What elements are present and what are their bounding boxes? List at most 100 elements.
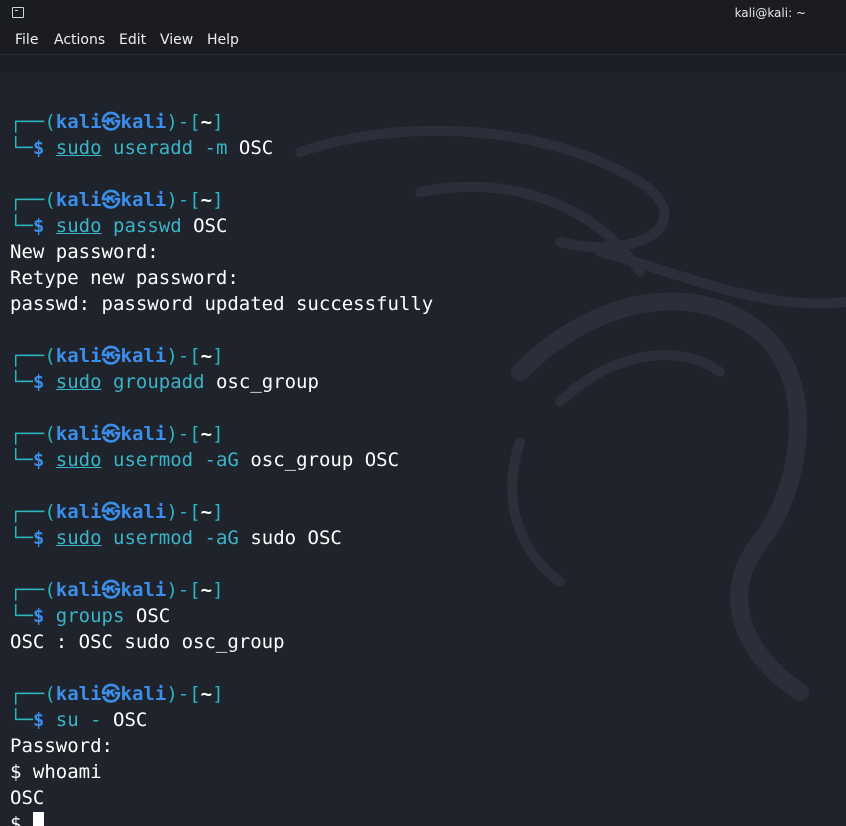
menu-edit[interactable]: Edit xyxy=(119,32,146,48)
prompt-header: ┌──(kali㉿kali)-[~] xyxy=(10,577,840,603)
prompt-corner-top: ┌──( xyxy=(10,111,56,133)
command-args: OSC xyxy=(135,605,171,627)
command-name: groups xyxy=(55,605,125,627)
command-sudo: sudo xyxy=(55,371,102,393)
command-flags: -aG xyxy=(204,527,239,549)
prompt-corner-bottom: └─ xyxy=(10,449,33,471)
command-line: └─$ sudo passwd OSC xyxy=(10,213,840,239)
command-args: OSC xyxy=(193,215,228,237)
command-sudo: sudo xyxy=(55,449,102,471)
command-name: passwd xyxy=(113,215,182,237)
menu-help[interactable]: Help xyxy=(207,32,239,48)
command-args: sudo OSC xyxy=(250,527,342,549)
prompt-close: ] xyxy=(212,579,224,601)
menu-bar: File Actions Edit View Help xyxy=(0,28,846,54)
prompt-corner-bottom: └─ xyxy=(10,215,33,237)
prompt-at-symbol: ㉿ xyxy=(101,683,121,705)
command-args: osc_group OSC xyxy=(250,449,400,471)
command-flags: -m xyxy=(204,137,228,159)
prompt-header: ┌──(kali㉿kali)-[~] xyxy=(10,343,840,369)
output-line: OSC xyxy=(10,787,45,809)
prompt-user: kali xyxy=(55,423,102,445)
title-bar: kali@kali: ~ xyxy=(0,0,846,28)
menu-file[interactable]: File xyxy=(15,32,38,48)
command-line: └─$ sudo usermod -aG osc_group OSC xyxy=(10,447,840,473)
prompt-separator: )-[ xyxy=(166,501,201,523)
prompt-user: kali xyxy=(55,683,102,705)
window-title: kali@kali: ~ xyxy=(734,6,806,20)
terminal-output[interactable]: ┌──(kali㉿kali)-[~] └─$ sudo useradd -m OS… xyxy=(10,83,840,826)
prompt-separator: )-[ xyxy=(166,579,201,601)
prompt-dollar: $ xyxy=(32,527,56,549)
menu-actions[interactable]: Actions xyxy=(54,32,105,48)
command-args: OSC xyxy=(238,137,274,159)
active-prompt-line[interactable]: $ xyxy=(10,811,840,826)
prompt-corner-top: ┌──( xyxy=(10,683,56,705)
prompt-host: kali xyxy=(120,189,167,211)
prompt-host: kali xyxy=(120,111,167,133)
terminal-icon xyxy=(12,7,24,18)
prompt-at-symbol: ㉿ xyxy=(101,501,121,523)
command-line: └─$ sudo groupadd osc_group xyxy=(10,369,840,395)
command-line: └─$ su - OSC xyxy=(10,707,840,733)
command-args: osc_group xyxy=(215,371,319,393)
prompt-cwd: ~ xyxy=(200,111,213,133)
command-sudo: sudo xyxy=(55,137,102,159)
prompt-cwd: ~ xyxy=(200,501,213,523)
prompt-cwd: ~ xyxy=(200,189,213,211)
command-line: └─$ sudo useradd -m OSC xyxy=(10,135,840,161)
prompt-cwd: ~ xyxy=(200,579,213,601)
prompt-close: ] xyxy=(212,683,224,705)
prompt-at-symbol: ㉿ xyxy=(101,423,121,445)
output-line: OSC : OSC sudo osc_group xyxy=(10,631,285,653)
prompt-header: ┌──(kali㉿kali)-[~] xyxy=(10,421,840,447)
command-sudo: sudo xyxy=(55,215,102,237)
prompt-host: kali xyxy=(120,345,167,367)
prompt-close: ] xyxy=(212,501,224,523)
command-sudo: sudo xyxy=(55,527,102,549)
text-cursor xyxy=(32,812,44,826)
prompt-close: ] xyxy=(212,345,224,367)
output-line: $ whoami xyxy=(10,761,102,783)
prompt-header: ┌──(kali㉿kali)-[~] xyxy=(10,187,840,213)
prompt-corner-top: ┌──( xyxy=(10,501,56,523)
shell-prompt: $ xyxy=(10,813,33,826)
prompt-cwd: ~ xyxy=(200,423,213,445)
prompt-corner-top: ┌──( xyxy=(10,423,56,445)
command-args: OSC xyxy=(113,709,148,731)
prompt-close: ] xyxy=(212,111,224,133)
prompt-cwd: ~ xyxy=(200,345,213,367)
command-flags: -aG xyxy=(204,449,239,471)
prompt-at-symbol: ㉿ xyxy=(101,579,121,601)
output-line: Password: xyxy=(10,735,113,757)
prompt-separator: )-[ xyxy=(166,111,201,133)
prompt-host: kali xyxy=(120,579,167,601)
prompt-cwd: ~ xyxy=(200,683,213,705)
prompt-user: kali xyxy=(55,345,102,367)
menu-view[interactable]: View xyxy=(160,32,193,48)
prompt-corner-bottom: └─ xyxy=(10,527,33,549)
prompt-header: ┌──(kali㉿kali)-[~] xyxy=(10,109,840,135)
prompt-at-symbol: ㉿ xyxy=(101,111,121,133)
prompt-host: kali xyxy=(120,501,167,523)
prompt-separator: )-[ xyxy=(166,189,201,211)
prompt-header: ┌──(kali㉿kali)-[~] xyxy=(10,681,840,707)
toolbar-strip xyxy=(0,54,846,73)
prompt-user: kali xyxy=(55,189,102,211)
prompt-at-symbol: ㉿ xyxy=(101,189,121,211)
prompt-separator: )-[ xyxy=(166,345,201,367)
prompt-user: kali xyxy=(55,111,102,133)
prompt-corner-top: ┌──( xyxy=(10,579,56,601)
prompt-dollar: $ xyxy=(32,215,56,237)
prompt-corner-bottom: └─ xyxy=(10,137,33,159)
output-line: passwd: password updated successfully xyxy=(10,293,434,315)
prompt-corner-bottom: └─ xyxy=(10,605,33,627)
prompt-separator: )-[ xyxy=(166,423,201,445)
command-name: usermod xyxy=(113,449,194,471)
prompt-dollar: $ xyxy=(32,605,56,627)
command-line: └─$ groups OSC xyxy=(10,603,840,629)
